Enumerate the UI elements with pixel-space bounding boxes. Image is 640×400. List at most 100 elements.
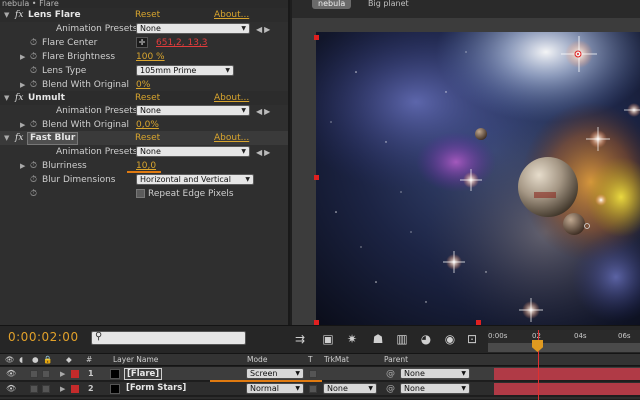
property-row-flare-center: ⏱ Flare Center ✛ 651,2, 13,3 — [0, 36, 288, 50]
repeat-edge-pixels-checkbox[interactable] — [136, 189, 145, 198]
collapse-triangle-icon[interactable]: ▼ — [4, 91, 9, 105]
property-label: Blend With Original — [42, 80, 130, 90]
work-area-bar[interactable] — [488, 343, 640, 352]
collapse-triangle-icon[interactable]: ▼ — [4, 131, 9, 145]
stopwatch-icon[interactable]: ⏱ — [30, 64, 37, 78]
lock-switch[interactable] — [42, 370, 50, 378]
expand-triangle-icon[interactable]: ▶ — [20, 159, 25, 173]
expand-triangle-icon[interactable]: ▶ — [20, 78, 25, 92]
stopwatch-icon[interactable]: ⏱ — [30, 36, 37, 50]
graph-editor-icon[interactable]: ⊡ — [462, 331, 482, 347]
effect-header-unmult[interactable]: ▼ fx Unmult Reset About... — [0, 91, 288, 105]
composition-canvas[interactable] — [316, 32, 640, 325]
blur-dimensions-dropdown[interactable]: Horizontal and Vertical ▼ — [136, 174, 254, 185]
dropdown-arrow-icon: ▼ — [295, 370, 300, 377]
animation-presets-dropdown[interactable]: None ▼ — [136, 146, 250, 157]
preset-nav-arrows-icon[interactable]: ◀▶ — [256, 146, 272, 160]
effect-header-lens-flare[interactable]: ▼ fx Lens Flare Reset About... — [0, 8, 288, 22]
layer-name[interactable]: [Form Stars] — [124, 383, 188, 395]
layer-row[interactable]: 👁 ▶ 2 [Form Stars] Normal ▼ None ▼ @ None ▼ — [0, 382, 640, 396]
reset-link[interactable]: Reset — [135, 91, 160, 105]
parent-pick-whip-icon[interactable]: @ — [386, 367, 395, 381]
layer-column-header: 👁 ◖ ● 🔒 ◆ # Layer Name Mode T TrkMat Par… — [0, 353, 640, 366]
effect-header-fast-blur[interactable]: ▼ fx Fast Blur Reset About... — [0, 131, 288, 145]
blend-value[interactable]: 0,0% — [136, 118, 159, 132]
tab-big-planet[interactable]: Big planet — [362, 0, 415, 9]
current-time-display[interactable]: 0:00:02:00 — [8, 330, 79, 344]
parent-dropdown[interactable]: None ▼ — [400, 383, 470, 394]
stopwatch-icon[interactable]: ⏱ — [30, 118, 37, 132]
label-color-swatch[interactable] — [71, 385, 79, 393]
composition-viewer[interactable] — [292, 18, 640, 325]
reset-link[interactable]: Reset — [135, 8, 160, 22]
layer-handle-top-left[interactable] — [314, 35, 319, 40]
fx-icon[interactable]: fx — [15, 131, 23, 145]
column-t: T — [308, 355, 313, 364]
expand-triangle-icon[interactable]: ▶ — [60, 367, 65, 381]
property-label: Repeat Edge Pixels — [148, 189, 234, 199]
frame-blending-icon[interactable]: ▥ — [392, 331, 412, 347]
expand-triangle-icon[interactable]: ▶ — [20, 50, 25, 64]
animation-presets-dropdown[interactable]: None ▼ — [136, 23, 250, 34]
layer-row[interactable]: 👁 ▶ 1 [Flare] Screen ▼ @ None ▼ — [0, 367, 640, 381]
layer-number: 2 — [88, 384, 94, 393]
visibility-eye-icon[interactable]: 👁 — [6, 367, 16, 381]
about-link[interactable]: About... — [214, 91, 249, 105]
stopwatch-icon[interactable]: ⏱ — [30, 173, 37, 187]
stopwatch-icon[interactable]: ⏱ — [30, 50, 37, 64]
column-mode: Mode — [247, 355, 268, 364]
parent-pick-whip-icon[interactable]: @ — [386, 382, 395, 396]
dropdown-arrow-icon: ▼ — [295, 385, 300, 392]
solo-switch[interactable] — [30, 370, 38, 378]
lock-switch[interactable] — [42, 385, 50, 393]
track-matte-dropdown[interactable]: None ▼ — [323, 383, 377, 394]
blend-value[interactable]: 0% — [136, 78, 150, 92]
property-row-lens-type: ⏱ Lens Type 105mm Prime ▼ — [0, 64, 288, 78]
layer-search-input[interactable]: ⚲ — [91, 331, 246, 345]
expand-triangle-icon[interactable]: ▶ — [60, 382, 65, 396]
brainstorm-icon[interactable]: ◉ — [440, 331, 460, 347]
draft-3d-icon[interactable]: ✷ — [342, 331, 362, 347]
motion-blur-icon[interactable]: ◕ — [416, 331, 436, 347]
blend-mode-dropdown[interactable]: Screen ▼ — [246, 368, 304, 379]
fx-icon[interactable]: fx — [15, 8, 23, 22]
flare-brightness-value[interactable]: 100 % — [136, 50, 165, 64]
stopwatch-icon[interactable]: ⏱ — [30, 159, 37, 173]
layer-handle-middle-left[interactable] — [314, 175, 319, 180]
layer-duration-bar[interactable] — [494, 383, 640, 395]
fx-icon[interactable]: fx — [15, 91, 23, 105]
preset-nav-arrows-icon[interactable]: ◀▶ — [256, 105, 272, 119]
parent-dropdown[interactable]: None ▼ — [400, 368, 470, 379]
crosshair-icon[interactable]: ✛ — [136, 37, 148, 48]
visibility-eye-icon[interactable]: 👁 — [6, 382, 16, 396]
property-row-blend-with-original: ▶ ⏱ Blend With Original 0% — [0, 78, 288, 92]
preserve-transparency-checkbox[interactable] — [309, 385, 317, 393]
flare-center-value[interactable]: 651,2, 13,3 — [156, 36, 208, 50]
about-link[interactable]: About... — [214, 131, 249, 145]
live-update-icon[interactable]: ▣ — [318, 331, 338, 347]
lens-type-dropdown[interactable]: 105mm Prime ▼ — [136, 65, 234, 76]
label-color-swatch[interactable] — [71, 370, 79, 378]
preset-nav-arrows-icon[interactable]: ◀▶ — [256, 23, 272, 37]
label-icon: ◆ — [66, 355, 72, 364]
reset-link[interactable]: Reset — [135, 131, 160, 145]
about-link[interactable]: About... — [214, 8, 249, 22]
effect-name: Fast Blur — [27, 132, 79, 145]
stopwatch-icon[interactable]: ⏱ — [30, 187, 37, 201]
solo-icon: ● — [32, 355, 39, 364]
layer-name[interactable]: [Flare] — [124, 368, 163, 380]
collapse-triangle-icon[interactable]: ▼ — [4, 8, 9, 22]
blend-mode-dropdown[interactable]: Normal ▼ — [246, 383, 304, 394]
comp-mini-flowchart-icon[interactable]: ⇉ — [290, 331, 310, 347]
property-row-flare-brightness: ▶ ⏱ Flare Brightness 100 % — [0, 50, 288, 64]
animation-presets-dropdown[interactable]: None ▼ — [136, 105, 250, 116]
tab-nebula[interactable]: nebula — [312, 0, 352, 9]
layer-duration-bar[interactable] — [494, 368, 640, 380]
column-layer-name[interactable]: Layer Name — [113, 354, 158, 366]
hide-shy-layers-icon[interactable]: ☗ — [368, 331, 388, 347]
property-row-animation-presets: Animation Presets: None ▼ ◀▶ — [0, 104, 288, 119]
stopwatch-icon[interactable]: ⏱ — [30, 78, 37, 92]
expand-triangle-icon[interactable]: ▶ — [20, 118, 25, 132]
solo-switch[interactable] — [30, 385, 38, 393]
preserve-transparency-checkbox[interactable] — [309, 370, 317, 378]
